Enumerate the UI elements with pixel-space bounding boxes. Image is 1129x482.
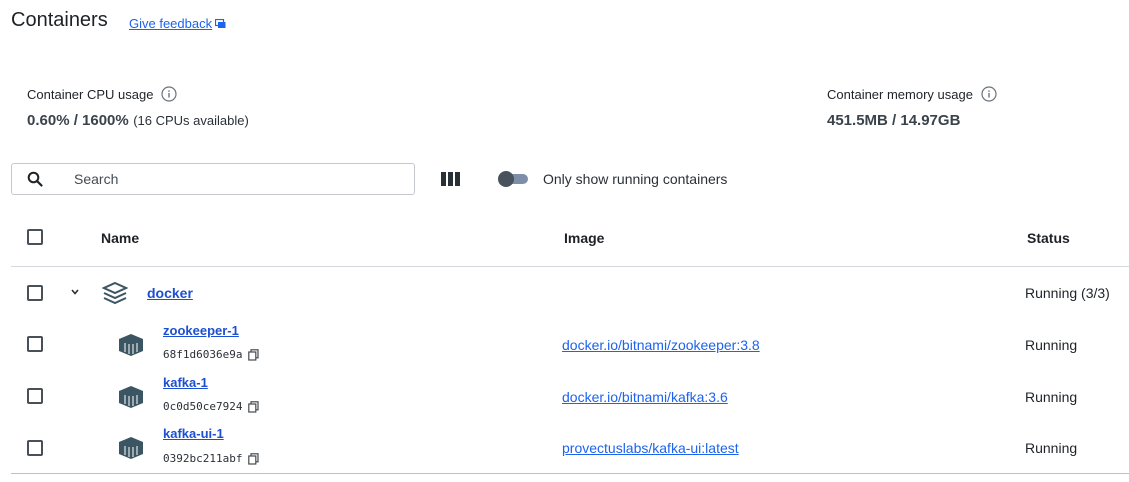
group-status: Running (3/3) xyxy=(1025,285,1110,301)
memory-usage-label: Container memory usage xyxy=(827,86,997,102)
image-link[interactable]: provectuslabs/kafka-ui:latest xyxy=(562,440,739,456)
container-id-text: 0c0d50ce7924 xyxy=(163,400,243,413)
cpu-usage-label: Container CPU usage xyxy=(27,86,178,102)
image-link[interactable]: docker.io/bitnami/kafka:3.6 xyxy=(562,389,728,405)
cpu-available: (16 CPUs available) xyxy=(133,113,249,128)
cpu-usage-number: 0.60% / 1600% xyxy=(27,112,129,129)
running-toggle[interactable] xyxy=(498,171,528,187)
info-icon[interactable] xyxy=(161,86,178,102)
container-id-text: 68f1d6036e9a xyxy=(163,348,243,361)
group-name-link[interactable]: docker xyxy=(147,285,193,301)
copy-icon[interactable] xyxy=(248,400,260,413)
select-all-checkbox[interactable] xyxy=(27,229,43,245)
page-title: Containers xyxy=(11,9,108,31)
group-checkbox[interactable] xyxy=(27,285,43,301)
container-status: Running xyxy=(1025,389,1078,405)
column-header-status[interactable]: Status xyxy=(1027,230,1070,246)
column-header-image[interactable]: Image xyxy=(564,230,604,246)
container-icon xyxy=(119,334,143,356)
container-id: 68f1d6036e9a xyxy=(163,348,260,361)
copy-icon[interactable] xyxy=(248,452,260,465)
stack-icon xyxy=(102,281,128,305)
table-bottom-divider xyxy=(11,473,1129,474)
copy-icon[interactable] xyxy=(248,348,260,361)
container-id: 0c0d50ce7924 xyxy=(163,400,260,413)
give-feedback-label: Give feedback xyxy=(129,16,213,31)
chevron-down-icon[interactable] xyxy=(70,288,80,296)
row-checkbox[interactable] xyxy=(27,388,43,404)
memory-usage-value: 451.5MB / 14.97GB xyxy=(827,112,961,129)
image-link[interactable]: docker.io/bitnami/zookeeper:3.8 xyxy=(562,337,760,353)
memory-usage-label-text: Container memory usage xyxy=(827,86,973,102)
info-icon[interactable] xyxy=(981,86,997,102)
cpu-usage-value: 0.60% / 1600% (16 CPUs available) xyxy=(27,112,249,130)
column-header-name[interactable]: Name xyxy=(101,230,139,246)
search-box[interactable] xyxy=(11,163,415,195)
container-status: Running xyxy=(1025,337,1078,353)
container-id: 0392bc211abf xyxy=(163,452,260,465)
give-feedback-link[interactable]: Give feedback xyxy=(129,16,226,31)
search-input[interactable] xyxy=(72,170,396,188)
container-name-link[interactable]: kafka-1 xyxy=(163,375,208,390)
search-icon xyxy=(27,171,43,187)
container-id-text: 0392bc211abf xyxy=(163,452,243,465)
row-checkbox[interactable] xyxy=(27,336,43,352)
row-checkbox[interactable] xyxy=(27,440,43,456)
feedback-icon xyxy=(215,18,226,28)
container-status: Running xyxy=(1025,440,1078,456)
container-icon xyxy=(119,386,143,408)
cpu-usage-label-text: Container CPU usage xyxy=(27,86,154,102)
columns-icon[interactable] xyxy=(441,172,460,186)
container-name-link[interactable]: kafka-ui-1 xyxy=(163,426,224,441)
container-icon xyxy=(119,437,143,459)
container-name-link[interactable]: zookeeper-1 xyxy=(163,323,239,338)
header-divider xyxy=(11,266,1129,267)
running-toggle-label: Only show running containers xyxy=(543,171,728,187)
